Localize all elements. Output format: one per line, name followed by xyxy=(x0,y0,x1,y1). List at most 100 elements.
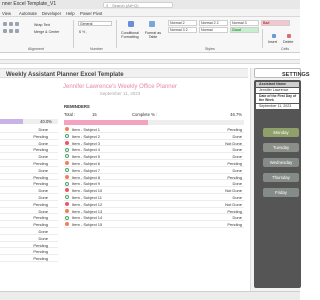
reminder-row[interactable]: Item - Subject 8 Pending xyxy=(64,174,244,181)
left-status-text: Pending xyxy=(33,133,48,139)
reminder-name: Item - Subject 2 xyxy=(72,133,101,139)
day-button-monday[interactable]: Monday xyxy=(263,128,299,137)
reminder-status[interactable]: Pending xyxy=(227,161,242,166)
reminders-stats: Total : 15 Complete % : 46.7% xyxy=(64,111,244,119)
style-normal-3[interactable]: Normal 3 xyxy=(230,20,259,26)
reminder-status[interactable]: Done xyxy=(232,168,242,173)
style-normal-2[interactable]: Normal 2 xyxy=(168,20,197,26)
align-center-icon[interactable] xyxy=(9,29,13,33)
reminder-status[interactable]: Pending xyxy=(227,127,242,132)
menu-help[interactable]: Help xyxy=(66,11,75,16)
menu-view[interactable]: View xyxy=(2,11,11,16)
reminder-row[interactable]: Item - Subject 10 Not Done xyxy=(64,187,244,194)
reminder-status[interactable]: Done xyxy=(232,134,242,139)
left-status-row: Done xyxy=(0,235,58,242)
format-as-table-icon[interactable] xyxy=(149,21,155,27)
left-status-text: Done xyxy=(38,167,48,173)
reminder-status[interactable]: Not Done xyxy=(225,188,242,193)
settings-header: SETTINGS xyxy=(254,68,310,78)
style-normal-3-2[interactable]: Normal 3 2 xyxy=(168,27,197,33)
reminder-name: Item - Subject 5 xyxy=(72,154,101,160)
reminder-row[interactable]: Item - Subject 7 Done xyxy=(64,167,244,174)
reminder-status[interactable]: Pending xyxy=(227,209,242,214)
status-circle-icon xyxy=(65,133,69,138)
reminder-row[interactable]: Item - Subject 12 Not Done xyxy=(64,201,244,208)
left-status-text: Done xyxy=(38,235,48,241)
merge-center-button[interactable]: Merge & Center xyxy=(34,30,59,34)
day-button-tuesday[interactable]: Tuesday xyxy=(263,143,299,152)
menu-developer[interactable]: Developer xyxy=(42,11,61,16)
reminder-status[interactable]: Pending xyxy=(227,175,242,180)
align-bottom-icon[interactable] xyxy=(15,22,19,26)
reminder-status[interactable]: Done xyxy=(232,147,242,152)
reminder-row[interactable]: Item - Subject 9 Done xyxy=(64,180,244,188)
title-bar: nner Excel Template_V1 ⌕ Search (Alt+Q) xyxy=(0,0,300,9)
delete-button[interactable]: Delete xyxy=(283,40,293,44)
reminder-status[interactable]: Done xyxy=(232,195,242,200)
reminder-status[interactable]: Done xyxy=(232,215,242,220)
assistant-name-label: Assistant Name xyxy=(256,82,299,87)
left-status-row: Done xyxy=(0,167,58,174)
conditional-formatting-button[interactable]: Conditional Formatting xyxy=(119,31,141,39)
left-status-text: Pending xyxy=(33,256,48,262)
insert-icon[interactable] xyxy=(272,34,276,38)
menu-automate[interactable]: Automate xyxy=(19,11,37,16)
reminder-row[interactable]: Item - Subject 3 Not Done xyxy=(64,140,244,147)
menu-power-pivot[interactable]: Power Pivot xyxy=(80,11,102,16)
planner-date: September 11, 2023 xyxy=(99,91,141,96)
group-alignment-label: Alignment xyxy=(28,47,44,51)
wrap-text-button[interactable]: Wrap Text xyxy=(34,23,50,27)
align-left-icon[interactable] xyxy=(3,29,7,33)
reminder-row[interactable]: Item - Subject 2 Done xyxy=(64,133,244,140)
group-cells-label: Cells xyxy=(281,47,289,51)
align-right-icon[interactable] xyxy=(15,29,19,33)
reminder-name: Item - Subject 1 xyxy=(72,127,101,132)
reminder-status[interactable]: Done xyxy=(232,154,242,159)
day-button-friday[interactable]: Friday xyxy=(263,188,299,197)
align-top-icon[interactable] xyxy=(3,22,7,26)
left-status-row: Pending xyxy=(0,174,58,181)
reminder-row[interactable]: Item - Subject 13 Pending xyxy=(64,208,244,215)
reminder-name: Item - Subject 10 xyxy=(72,188,103,194)
insert-button[interactable]: Insert xyxy=(268,40,277,44)
conditional-formatting-icon[interactable] xyxy=(128,21,134,27)
day-button-thursday[interactable]: Thursday xyxy=(263,173,299,182)
number-format-icons[interactable]: $ % , xyxy=(79,30,87,34)
style-normal[interactable]: Normal xyxy=(199,27,228,33)
reminder-row[interactable]: Item - Subject 15 Pending xyxy=(64,221,244,228)
left-status-text: Done xyxy=(38,140,48,146)
reminder-status[interactable]: Done xyxy=(232,181,242,186)
formula-bar[interactable] xyxy=(0,53,300,60)
number-format-select[interactable]: General xyxy=(78,21,112,26)
total-label: Total : xyxy=(64,112,76,117)
left-status-row: Done xyxy=(0,153,58,160)
menu-bar: View Automate Developer Help Power Pivot xyxy=(0,9,300,17)
style-good[interactable]: Good xyxy=(230,27,259,33)
first-day-field[interactable]: September 11, 2023 xyxy=(256,104,299,109)
status-circle-icon xyxy=(65,127,69,132)
reminder-status[interactable]: Not Done xyxy=(225,202,242,207)
reminder-status[interactable]: Pending xyxy=(227,222,242,227)
left-status-row: Pending xyxy=(0,133,58,140)
style-bad[interactable]: Bad xyxy=(261,20,290,26)
reminder-row[interactable]: Item - Subject 5 Done xyxy=(64,153,244,160)
reminder-row[interactable]: Item - Subject 11 Done xyxy=(64,194,244,201)
reminder-row[interactable]: Item - Subject 4 Done xyxy=(64,146,244,154)
reminder-status[interactable]: Not Done xyxy=(225,141,242,146)
format-as-table-button[interactable]: Format as Table xyxy=(143,31,163,39)
search-icon: ⌕ xyxy=(106,2,109,8)
delete-icon[interactable] xyxy=(287,34,291,38)
left-status-text: Pending xyxy=(33,181,48,187)
reminders-label: REMINDERS xyxy=(64,104,90,109)
align-middle-icon[interactable] xyxy=(9,22,13,26)
sheet-tabs-bar[interactable] xyxy=(0,291,300,300)
reminder-row[interactable]: Item - Subject 1 Pending xyxy=(64,126,244,133)
ribbon: Wrap Text Merge & Center Alignment Gener… xyxy=(0,17,300,53)
reminder-name: Item - Subject 4 xyxy=(72,147,101,153)
assistant-name-field[interactable]: Jennifer Lawrence xyxy=(256,88,299,93)
style-normal-2-2[interactable]: Normal 2 2 xyxy=(199,20,228,26)
search-box[interactable]: ⌕ Search (Alt+Q) xyxy=(103,1,173,8)
day-button-wednesday[interactable]: Wednesday xyxy=(263,158,299,167)
reminder-row[interactable]: Item - Subject 6 Pending xyxy=(64,160,244,167)
reminder-row[interactable]: Item - Subject 14 Done xyxy=(64,214,244,222)
